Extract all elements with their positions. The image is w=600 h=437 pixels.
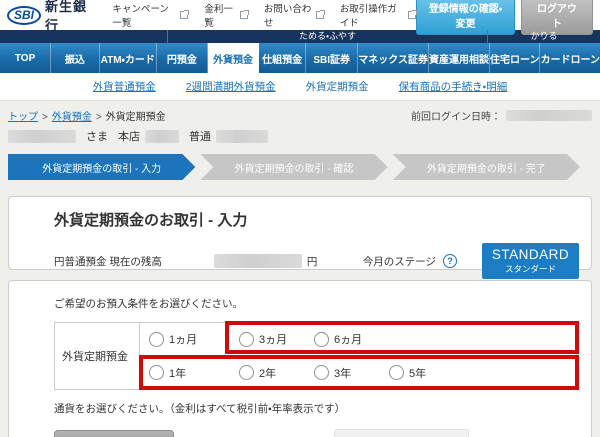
breadcrumb-top[interactable]: トップ bbox=[8, 108, 52, 123]
radio-6month-icon[interactable] bbox=[314, 332, 329, 347]
back-to-top-button[interactable]: 外貨預金TOPへ bbox=[54, 430, 174, 437]
radio-1year-icon[interactable] bbox=[149, 365, 164, 380]
term-selection-table: 外貨定期預金 1ヵ月 3ヵ月 6ヵ月 bbox=[54, 322, 577, 390]
tab-sbi-securities[interactable]: SBI証券 bbox=[306, 43, 358, 73]
radio-2year-icon[interactable] bbox=[239, 365, 254, 380]
tab-home-loan[interactable]: 住宅ローン bbox=[490, 43, 541, 73]
tab-monex-securities[interactable]: マネックス証券 bbox=[358, 43, 429, 73]
bank-logo[interactable]: SBI 新生銀行 bbox=[7, 0, 90, 34]
balance-row: 円普通預金 現在の残高 円 今月のステージ ? STANDARD スタンダード bbox=[54, 243, 579, 279]
subnav-two-week-deposit[interactable]: 2週間満期外貨預金 bbox=[186, 79, 276, 94]
term-row-label: 外貨定期預金 bbox=[55, 323, 140, 389]
breadcrumb: トップ 外貨預金 外貨定期預金 bbox=[8, 108, 166, 123]
term-option-6month[interactable]: 6ヵ月 bbox=[305, 331, 576, 347]
balance-label: 円普通預金 現在の残高 bbox=[54, 254, 162, 269]
main-nav: ためる・ふやす かりる TOP 振込 ATM・カード 円預金 外貨預金 仕組預金… bbox=[0, 30, 600, 73]
term-row-years: 1年 2年 3年 5年 bbox=[140, 356, 576, 389]
term-row-months: 1ヵ月 3ヵ月 6ヵ月 bbox=[140, 323, 576, 356]
sub-nav: 外貨普通預金 2週間満期外貨預金 外貨定期預金 保有商品の手続き・明細 bbox=[0, 73, 600, 101]
stage-badge: STANDARD スタンダード bbox=[482, 243, 579, 279]
form-instruction: ご希望のお預入条件をお選びください。 bbox=[54, 296, 579, 311]
subnav-holdings-procedures[interactable]: 保有商品の手続き・明細 bbox=[399, 79, 508, 94]
customer-suffix: さま bbox=[86, 128, 108, 144]
term-option-1month[interactable]: 1ヵ月 bbox=[140, 331, 230, 347]
help-icon[interactable]: ? bbox=[443, 254, 457, 268]
radio-3year-icon[interactable] bbox=[314, 365, 329, 380]
stage-label: 今月のステージ bbox=[363, 254, 436, 269]
stage-badge-en: STANDARD bbox=[492, 247, 569, 263]
branch-name: 本店 bbox=[118, 128, 140, 144]
external-link-icon bbox=[408, 11, 416, 19]
form-actions: 外貨預金TOPへ 次へ bbox=[54, 429, 579, 437]
redacted-balance-value bbox=[214, 254, 302, 268]
external-link-icon bbox=[316, 11, 324, 19]
term-options: 1ヵ月 3ヵ月 6ヵ月 1 bbox=[140, 323, 576, 389]
page-title: 外貨定期預金のお取引 - 入力 bbox=[54, 209, 579, 230]
radio-5year-icon[interactable] bbox=[389, 365, 404, 380]
tab-atm-card[interactable]: ATM・カード bbox=[100, 43, 157, 73]
next-button[interactable]: 次へ bbox=[334, 429, 469, 437]
link-campaign-list[interactable]: キャンペーン一覧 bbox=[112, 1, 188, 29]
nav-group-labels: ためる・ふやす かりる bbox=[0, 30, 600, 43]
tab-asset-consulting[interactable]: 資産運用相談 bbox=[429, 43, 490, 73]
page: SBI 新生銀行 キャンペーン一覧 金利一覧 お問い合わせ お取引操作ガイド 登… bbox=[0, 0, 600, 437]
redacted-last-login-value bbox=[506, 110, 592, 121]
subnav-foreign-time-deposit[interactable]: 外貨定期預金 bbox=[306, 79, 369, 94]
term-option-5year[interactable]: 5年 bbox=[380, 365, 576, 381]
last-login: 前回ログイン日時： bbox=[411, 108, 592, 123]
step-confirm: 外貨定期預金の取引 - 確認 bbox=[200, 154, 387, 180]
nav-tabs: TOP 振込 ATM・カード 円預金 外貨預金 仕組預金 SBI証券 マネックス… bbox=[0, 43, 600, 73]
breadcrumb-current: 外貨定期預金 bbox=[106, 108, 166, 123]
tab-structured-deposit[interactable]: 仕組預金 bbox=[259, 43, 306, 73]
step-complete: 外貨定期預金の取引 - 完了 bbox=[393, 154, 580, 180]
nav-group-borrow: かりる bbox=[488, 30, 600, 43]
last-login-label: 前回ログイン日時： bbox=[411, 108, 501, 123]
nav-group-save-grow: ためる・ふやす bbox=[167, 30, 488, 43]
redacted-account-number bbox=[216, 130, 268, 143]
link-contact[interactable]: お問い合わせ bbox=[264, 1, 324, 29]
nav-group-spacer bbox=[0, 30, 167, 43]
step-input: 外貨定期預金の取引 - 入力 bbox=[8, 154, 195, 180]
tab-foreign-deposit[interactable]: 外貨預金 bbox=[208, 43, 259, 73]
utility-links: キャンペーン一覧 金利一覧 お問い合わせ お取引操作ガイド bbox=[112, 1, 416, 29]
bank-name: 新生銀行 bbox=[45, 0, 90, 34]
account-type: 普通 bbox=[189, 128, 211, 144]
step-indicator: 外貨定期預金の取引 - 入力 外貨定期預金の取引 - 確認 外貨定期預金の取引 … bbox=[8, 154, 580, 180]
form-panel: ご希望のお預入条件をお選びください。 外貨定期預金 1ヵ月 3ヵ月 bbox=[8, 280, 592, 437]
currency-note: 通貨をお選びください。（金利はすべて税引前・年率表示です） bbox=[54, 401, 579, 416]
breadcrumb-foreign-deposit[interactable]: 外貨預金 bbox=[52, 108, 106, 123]
term-option-3year[interactable]: 3年 bbox=[305, 365, 380, 381]
term-option-2year[interactable]: 2年 bbox=[230, 365, 305, 381]
radio-1month-icon[interactable] bbox=[149, 332, 164, 347]
sbi-logo-mark: SBI bbox=[7, 6, 41, 25]
tab-yen-deposit[interactable]: 円預金 bbox=[157, 43, 208, 73]
title-panel: 外貨定期預金のお取引 - 入力 円普通預金 現在の残高 円 今月のステージ ? … bbox=[8, 196, 592, 270]
link-rate-list[interactable]: 金利一覧 bbox=[204, 1, 247, 29]
account-info: さま 本店 普通 bbox=[8, 128, 592, 144]
tab-top[interactable]: TOP bbox=[0, 43, 51, 73]
term-option-1year[interactable]: 1年 bbox=[140, 365, 230, 381]
radio-3month-icon[interactable] bbox=[239, 332, 254, 347]
redacted-customer-name bbox=[8, 130, 76, 143]
stage-badge-ja: スタンダード bbox=[505, 263, 556, 275]
stage-area: 今月のステージ ? STANDARD スタンダード bbox=[363, 243, 579, 279]
page-content: トップ 外貨預金 外貨定期預金 前回ログイン日時： さま 本店 普通 外貨定期預… bbox=[0, 101, 600, 437]
link-guide[interactable]: お取引操作ガイド bbox=[340, 1, 416, 29]
top-bar: SBI 新生銀行 キャンペーン一覧 金利一覧 お問い合わせ お取引操作ガイド 登… bbox=[0, 0, 600, 30]
subnav-foreign-ordinary[interactable]: 外貨普通預金 bbox=[93, 79, 156, 94]
term-option-3month[interactable]: 3ヵ月 bbox=[230, 331, 305, 347]
tab-transfer[interactable]: 振込 bbox=[51, 43, 100, 73]
external-link-icon bbox=[240, 11, 248, 19]
balance-unit: 円 bbox=[307, 254, 318, 269]
tab-card-loan[interactable]: カードローン bbox=[540, 43, 600, 73]
breadcrumb-row: トップ 外貨預金 外貨定期預金 前回ログイン日時： bbox=[8, 108, 592, 123]
external-link-icon bbox=[180, 11, 188, 19]
redacted-branch-code bbox=[145, 130, 179, 143]
